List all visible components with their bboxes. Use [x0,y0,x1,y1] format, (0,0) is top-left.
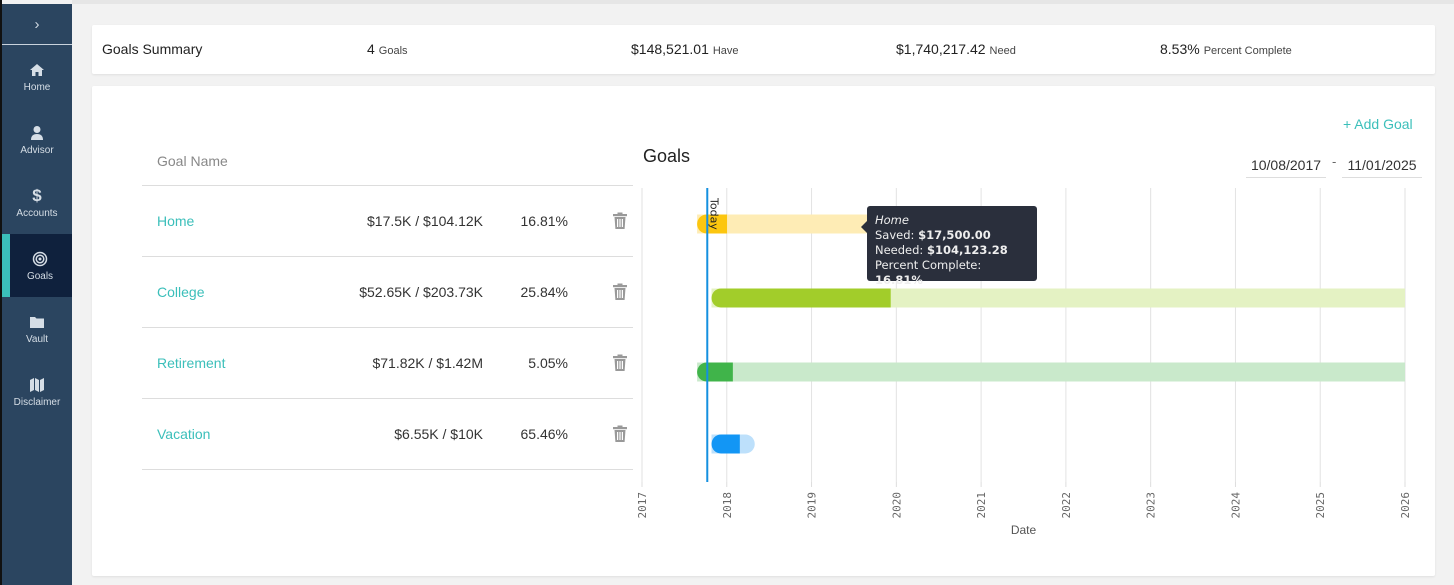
user-icon [30,124,44,142]
goals-table: Goal Name Home $17.5K / $104.12K 16.81% Col… [142,140,633,470]
x-tick-label: 2021 [975,492,988,519]
chevron-right-icon: › [34,15,40,33]
sidebar-item-home[interactable]: Home [2,45,72,108]
percent-value: 8.53% [1160,41,1200,57]
sidebar-item-label: Disclaimer [13,396,61,408]
goal-name-link[interactable]: Retirement [157,355,225,371]
sidebar-toggle-button[interactable]: › [2,4,72,45]
goal-bar-track [697,362,1405,382]
goal-row: Home $17.5K / $104.12K 16.81% [142,186,633,257]
percent-stat: 8.53% Percent Complete [1160,41,1292,59]
today-label: Today [707,197,720,230]
goals-count-value: 4 [367,41,375,57]
tooltip-saved: Saved: $17,500.00 [875,228,1029,243]
sidebar-item-label: Accounts [16,207,58,219]
date-separator: - [1332,154,1337,169]
goal-percent: 65.46% [520,426,568,442]
sidebar-item-label: Goals [26,270,54,282]
x-tick-label: 2022 [1060,492,1073,519]
have-stat: $148,521.01 Have [631,41,739,59]
goal-bar-fill [721,288,891,308]
x-tick-label: 2026 [1399,492,1412,519]
have-label: Have [712,45,739,57]
top-divider [72,0,1454,4]
x-tick-label: 2023 [1145,492,1158,519]
goals-count-label: Goals [378,45,408,57]
goal-amount: $17.5K / $104.12K [367,213,483,229]
goal-name-link[interactable]: College [157,284,204,300]
goal-percent: 16.81% [520,213,568,229]
dollar-icon: $ [32,185,42,205]
goal-amount: $52.65K / $203.73K [359,284,483,300]
goal-tooltip: Home Saved: $17,500.00 Needed: $104,123.… [861,206,1037,287]
start-date-input[interactable] [1246,152,1326,178]
have-value: $148,521.01 [631,41,709,57]
x-tick-label: 2025 [1314,492,1327,519]
sidebar-item-label: Advisor [20,144,54,156]
need-label: Need [989,45,1016,57]
tooltip-percent-label: Percent Complete: [875,258,982,272]
sidebar: › Home Advisor $ Accounts Goals Vault Di… [2,4,72,585]
sidebar-item-label: Home [23,81,51,93]
goals-summary-bar: Goals Summary 4 Goals $148,521.01 Have $1,… [92,25,1435,74]
sidebar-item-disclaimer[interactable]: Disclaimer [2,360,72,423]
sidebar-item-advisor[interactable]: Advisor [2,108,72,171]
target-icon [32,250,48,268]
goals-count-stat: 4 Goals [367,41,408,59]
goal-bar-fill-cap [711,288,731,308]
x-tick-label: 2024 [1229,492,1242,519]
sidebar-item-vault[interactable]: Vault [2,297,72,360]
x-tick-label: 2017 [636,492,649,519]
goal-row: College $52.65K / $203.73K 25.84% [142,257,633,328]
tooltip-needed-label: Needed: [875,243,924,257]
x-tick-label: 2020 [890,492,903,519]
summary-title: Goals Summary [102,41,203,57]
tooltip-saved-label: Saved: [875,228,915,242]
goal-name-link[interactable]: Home [157,213,194,229]
goal-name-link[interactable]: Vacation [157,426,210,442]
tooltip-saved-value: $17,500.00 [918,228,991,242]
percent-label: Percent Complete [1203,45,1292,57]
sidebar-item-accounts[interactable]: $ Accounts [2,171,72,234]
goal-bar-fill-cap [711,434,731,454]
x-tick-label: 2018 [721,492,734,519]
tooltip-percent: Percent Complete: 16.81% [875,258,1029,288]
chart-title: Goals [643,146,691,166]
goal-percent: 25.84% [520,284,568,300]
goal-name-header: Goal Name [142,140,633,186]
tooltip-percent-value: 16.81% [875,273,923,287]
need-stat: $1,740,217.42 Need [896,41,1016,59]
tooltip-goal-name: Home [875,213,909,227]
map-icon [29,376,45,394]
sidebar-item-label: Vault [25,333,49,345]
folder-icon [29,313,45,331]
tooltip-needed-value: $104,123.28 [926,243,1008,257]
goal-amount: $6.55K / $10K [394,426,483,442]
goal-amount: $71.82K / $1.42M [372,355,483,371]
add-goal-button[interactable]: + Add Goal [1343,116,1413,132]
home-icon [29,61,45,79]
goal-row: Retirement $71.82K / $1.42M 5.05% [142,328,633,399]
tooltip-needed: Needed: $104,123.28 [875,243,1029,258]
x-axis-label: Date [1011,523,1037,537]
goal-percent: 5.05% [528,355,568,371]
goal-row: Vacation $6.55K / $10K 65.46% [142,399,633,470]
need-value: $1,740,217.42 [896,41,986,57]
sidebar-item-goals[interactable]: Goals [2,234,72,297]
end-date-input[interactable] [1342,152,1422,178]
x-tick-label: 2019 [806,492,819,519]
